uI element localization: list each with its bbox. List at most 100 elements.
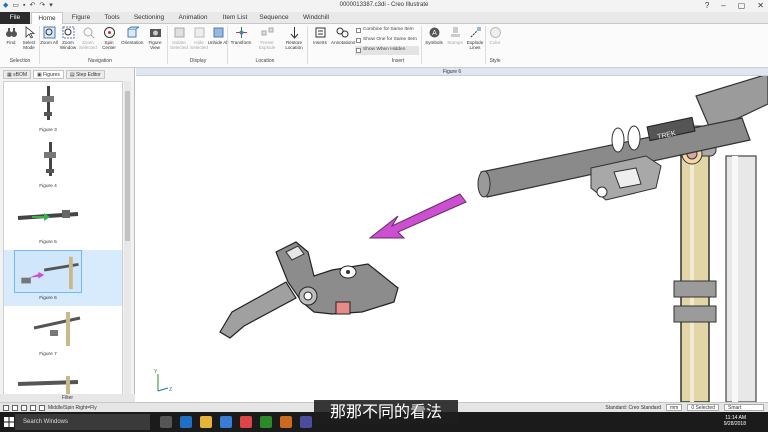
fork-assembly[interactable] [673, 130, 757, 402]
tab-file[interactable]: File [0, 12, 30, 24]
3d-canvas[interactable]: TREK Y Z [136, 76, 768, 402]
separator [421, 26, 422, 64]
tab-figure[interactable]: Figure [66, 12, 96, 24]
status-icon[interactable] [39, 405, 45, 411]
figure-caption: Figure 7 [39, 352, 57, 357]
tab-windchill[interactable]: Windchill [298, 12, 334, 24]
tab-item-list[interactable]: Item List [218, 12, 252, 24]
zoom-selected-button[interactable]: Zoom Selected [77, 26, 99, 50]
orientation-button[interactable]: Orientation [121, 26, 143, 45]
show-one-icon [356, 38, 361, 43]
taskbar-apps [160, 416, 312, 428]
mouse-mode-text: Middle/Spin Right=Fly [48, 405, 97, 411]
scrollbar-thumb[interactable] [125, 91, 130, 241]
ribbon: Find Select Mode Zoom All Zoom Window Zo… [0, 24, 768, 68]
zoom-selected-icon [83, 27, 94, 39]
select-mode-button[interactable]: Select Mode [18, 26, 40, 50]
annotations-icon [336, 27, 348, 38]
zoom-all-icon [43, 26, 55, 39]
figure-list: Figure 3 Figure 4 Figure 5 Figure 6 Figu… [3, 81, 123, 397]
group-label-insert: Insert [391, 58, 405, 64]
windows-start-icon[interactable] [4, 417, 14, 427]
taskbar-search[interactable]: Search Windows [15, 414, 150, 430]
explode-lines-icon [470, 27, 481, 38]
inserts-button[interactable]: Inserts [309, 26, 331, 45]
units-select[interactable]: mm [666, 404, 683, 411]
group-label-style: Style [489, 58, 501, 64]
triad-y-label: Y [154, 369, 158, 375]
explode-lines-button[interactable]: Explode Lines [464, 26, 486, 50]
tab-sequence[interactable]: Sequence [258, 12, 290, 24]
minimize-button[interactable]: – [721, 1, 725, 10]
filter-bar[interactable]: Filter [0, 394, 135, 402]
unhide-all-button[interactable]: Unhide All [207, 26, 229, 45]
zoom-window-icon [62, 26, 74, 39]
tab-step-editor[interactable]: ▤ Step Editor [65, 70, 105, 79]
stamps-button[interactable]: Stamps [444, 26, 466, 45]
app-icon[interactable] [300, 416, 312, 428]
tab-figures[interactable]: ▣ Figures [33, 70, 64, 79]
tab-tools[interactable]: Tools [99, 12, 125, 24]
status-icon[interactable] [3, 405, 9, 411]
taskbar-clock[interactable]: 11:14 AM 9/28/2018 [724, 415, 746, 427]
show-one-same-item-option[interactable]: Show One for Same Item [355, 36, 419, 45]
graphics-viewport[interactable]: Figure 6 TREK Y Z [136, 68, 768, 402]
status-icon[interactable] [21, 405, 27, 411]
annotations-button[interactable]: Annotations [331, 26, 355, 45]
figure-item[interactable]: Figure 6 [4, 250, 122, 306]
transform-icon [235, 27, 247, 38]
window-title: 0000013387.c3di - Creo Illustrate [339, 2, 429, 8]
figure-caption: Figure 5 [39, 240, 57, 245]
figure-item[interactable]: Figure 3 [4, 82, 122, 138]
figure-caption: Figure 6 [39, 296, 57, 301]
figure-caption: Figure 4 [39, 184, 57, 189]
tab-sbom[interactable]: ▦ sBOM [3, 70, 32, 79]
zoom-window-button[interactable]: Zoom Window [57, 26, 79, 50]
window-controls: ? – ▢ ✕ [705, 1, 764, 10]
app-icon[interactable] [260, 416, 272, 428]
preset-explode-button[interactable]: Preset Explode [256, 26, 278, 50]
figure-item[interactable]: Figure 4 [4, 138, 122, 194]
group-label-location: Location [255, 58, 275, 64]
figure-item[interactable]: Figure 5 [4, 194, 122, 250]
store-icon[interactable] [220, 416, 232, 428]
combine-icon [356, 28, 361, 33]
unhide-icon [213, 27, 223, 38]
viewport-title: Figure 6 [136, 68, 768, 76]
figure-item[interactable] [4, 362, 122, 396]
combine-same-item-option[interactable]: Combine for Same Item [355, 26, 419, 35]
tab-sectioning[interactable]: Sectioning [130, 12, 168, 24]
separator [307, 26, 308, 64]
close-button[interactable]: ✕ [757, 1, 764, 10]
spin-center-icon [103, 27, 115, 38]
status-icon[interactable] [30, 405, 36, 411]
app-icon[interactable] [240, 416, 252, 428]
task-view-icon[interactable] [160, 416, 172, 428]
spin-center-button[interactable]: Spin Center [98, 26, 120, 50]
restore-location-button[interactable]: Restore Location [283, 26, 305, 50]
tab-animation[interactable]: Animation [175, 12, 211, 24]
exploded-view-arrow[interactable] [368, 193, 467, 239]
figure-view-button[interactable]: Figure View [144, 26, 166, 50]
selection-filter-select[interactable]: Smart [724, 404, 764, 411]
help-icon[interactable]: ? [705, 1, 709, 10]
color-button[interactable]: Color [484, 26, 506, 45]
maximize-button[interactable]: ▢ [738, 1, 746, 10]
status-icon[interactable] [12, 405, 18, 411]
app-icon[interactable] [280, 416, 292, 428]
file-explorer-icon[interactable] [200, 416, 212, 428]
group-label-navigation: Navigation [88, 58, 112, 64]
figure-item[interactable]: Figure 7 [4, 306, 122, 362]
isolate-selected-button[interactable]: Isolate Selected [168, 26, 190, 50]
show-when-hidden-option[interactable]: Show When Hidden [355, 46, 419, 55]
hide-icon [194, 27, 204, 38]
inserts-icon [315, 27, 325, 38]
selected-count: 0 Selected [687, 404, 719, 411]
edge-icon[interactable] [180, 416, 192, 428]
cursor-icon [25, 26, 35, 39]
brake-lever-exploded[interactable] [219, 241, 399, 339]
figure-view-icon [149, 29, 161, 37]
figure-list-scrollbar[interactable] [124, 81, 131, 397]
symbols-button[interactable]: A Symbols [423, 26, 445, 45]
transform-button[interactable]: Transform [230, 26, 252, 45]
